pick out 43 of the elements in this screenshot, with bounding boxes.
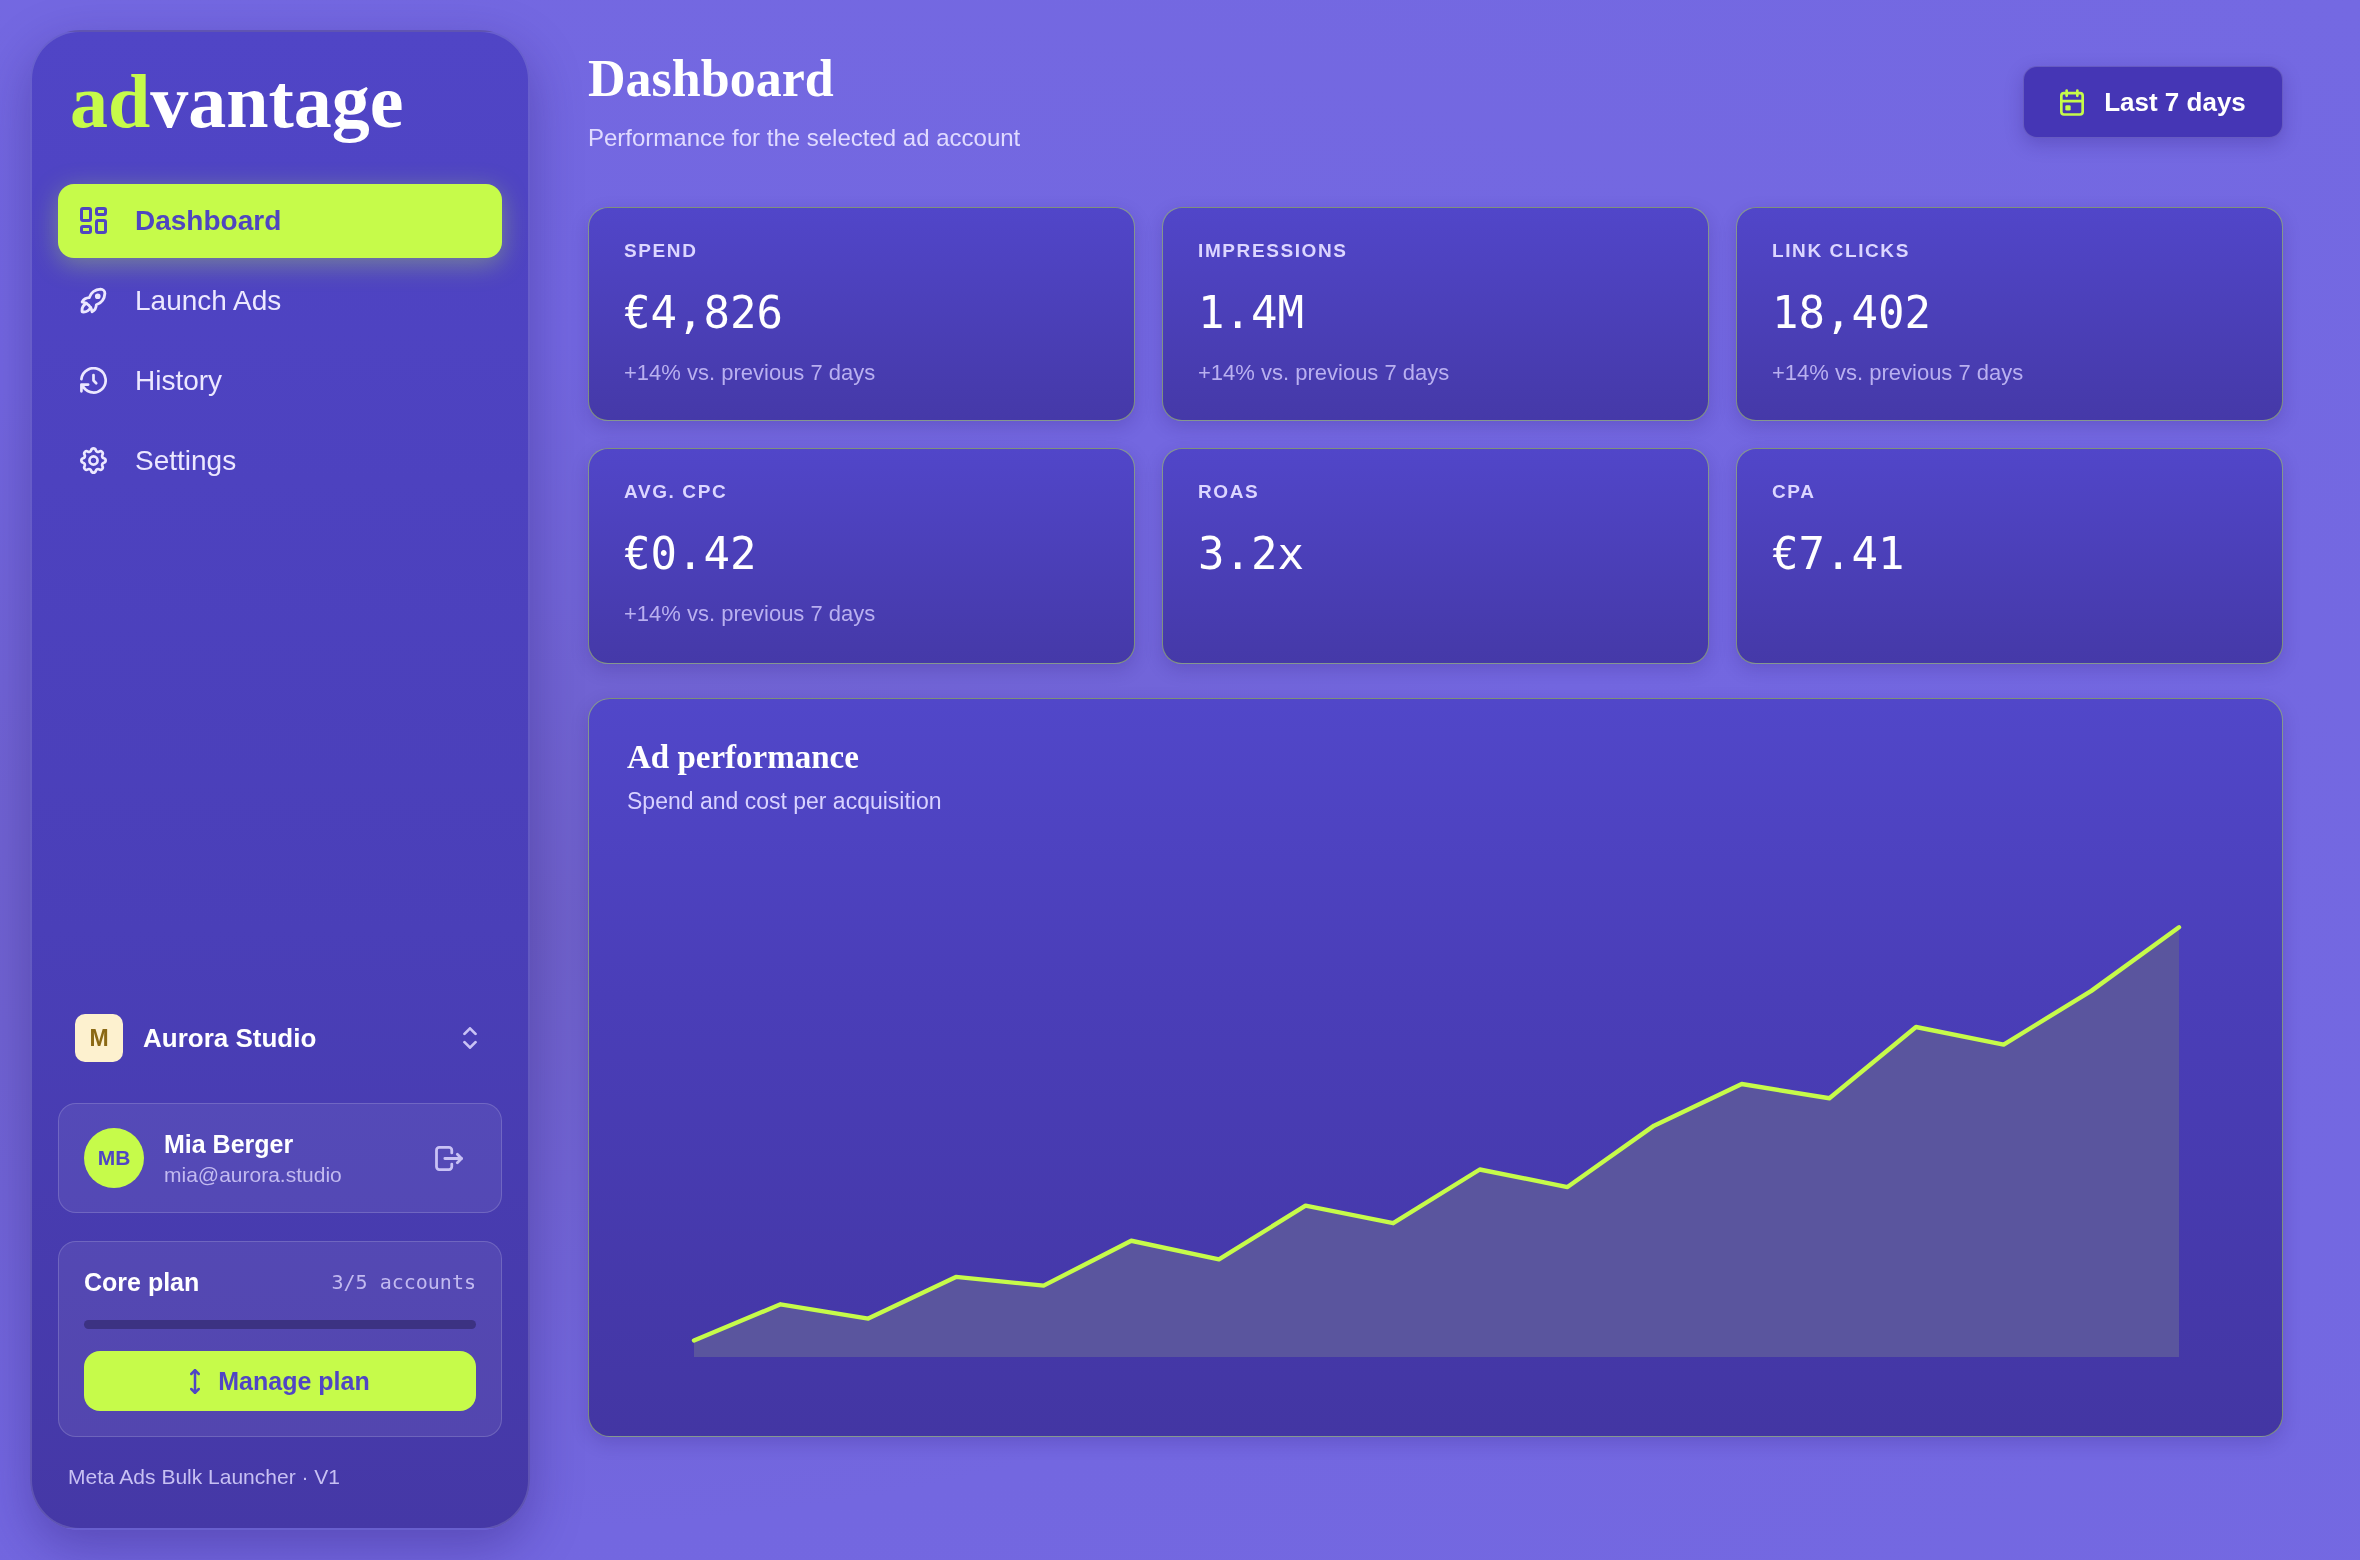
stat-change: +14% vs. previous 7 days <box>624 359 876 387</box>
stat-value: 3.2x <box>1198 528 1304 580</box>
stat-value: €0.42 <box>624 528 757 580</box>
stat-value: €7.41 <box>1772 528 1905 580</box>
settings-icon <box>80 447 107 475</box>
chart-subtitle: Spend and cost per acquisition <box>627 787 942 816</box>
calendar-icon <box>2060 88 2085 116</box>
dashboard-icon <box>80 207 107 235</box>
plan-usage: 3/5 accounts <box>331 1270 476 1294</box>
stat-value: 18,402 <box>1772 287 1931 339</box>
stat-change: +14% vs. previous 7 days <box>1198 359 1450 387</box>
nav-item[interactable]: History <box>58 343 502 418</box>
page-subtitle: Performance for the selected ad account <box>588 123 1021 153</box>
logout-icon[interactable] <box>435 1145 463 1171</box>
stat-change: +14% vs. previous 7 days <box>1772 359 2024 387</box>
rocket-icon <box>80 287 107 315</box>
user-avatar: MB <box>84 1128 144 1188</box>
user-name: Mia Berger <box>164 1129 295 1159</box>
nav-item[interactable]: Launch Ads <box>58 263 502 338</box>
logo: advantage <box>70 62 404 142</box>
page-title: Dashboard <box>588 49 835 109</box>
date-range-button[interactable]: Last 7 days <box>2023 66 2283 138</box>
stat-label: AVG. CPC <box>624 480 728 504</box>
stat-change: +14% vs. previous 7 days <box>624 600 876 628</box>
stat-label: LINK CLICKS <box>1772 239 1910 263</box>
nav-item[interactable]: Settings <box>58 423 502 498</box>
account-avatar: M <box>75 1014 123 1062</box>
stat-label: IMPRESSIONS <box>1198 239 1348 263</box>
user-email: mia@aurora.studio <box>164 1162 342 1187</box>
stat-label: SPEND <box>624 239 698 263</box>
chart-title: Ad performance <box>627 738 859 777</box>
stat-label: CPA <box>1772 480 1816 504</box>
up-down-arrow-icon <box>190 1368 201 1394</box>
chevron-up-down-icon[interactable] <box>463 1027 477 1049</box>
stat-value: 1.4M <box>1198 287 1304 339</box>
manage-plan-button[interactable]: Manage plan <box>84 1351 476 1411</box>
history-icon <box>80 367 107 395</box>
stat-value: €4,826 <box>624 287 783 339</box>
stat-label: ROAS <box>1198 480 1260 504</box>
nav-item[interactable]: Dashboard <box>58 183 502 258</box>
version-text: Meta Ads Bulk Launcher · V1 <box>68 1464 341 1490</box>
account-name: Aurora Studio <box>143 1022 317 1054</box>
plan-name: Core plan <box>84 1267 200 1297</box>
